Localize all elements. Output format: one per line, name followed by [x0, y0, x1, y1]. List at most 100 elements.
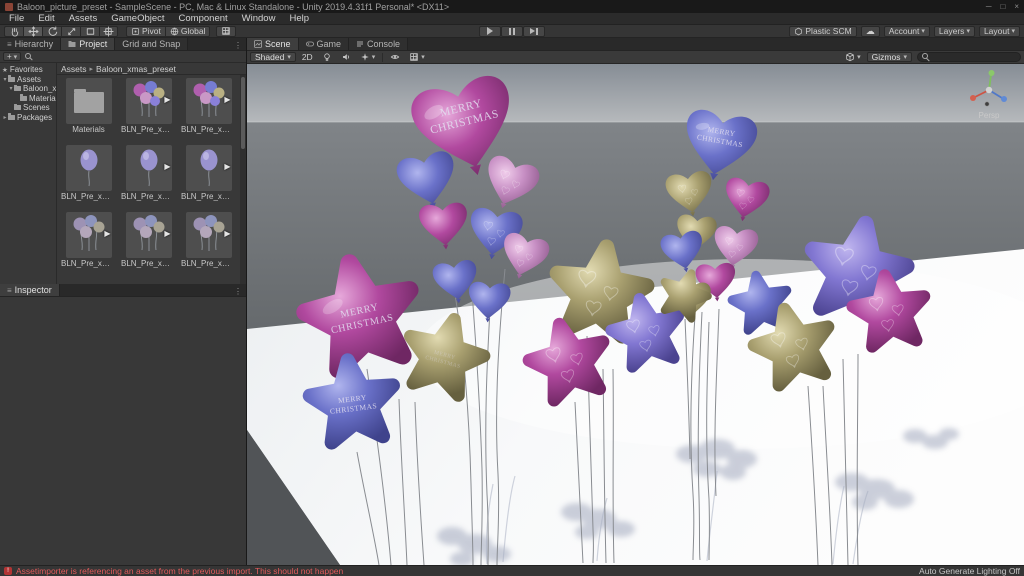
tab-inspector[interactable]: ≡ Inspector [0, 284, 60, 296]
scene-search-input[interactable] [933, 53, 1016, 62]
scene-camera-dropdown[interactable]: ▾ [842, 52, 864, 62]
chevron-down-icon: ▾ [903, 53, 907, 61]
expand-arrow-icon[interactable]: ▶ [224, 230, 230, 238]
expand-arrow-icon[interactable]: ▶ [164, 163, 170, 171]
project-scrollbar[interactable] [240, 75, 246, 284]
create-asset-button[interactable]: + ▾ [3, 52, 21, 61]
close-button[interactable]: × [1014, 2, 1019, 11]
breadcrumb-assets[interactable]: Assets [61, 64, 87, 74]
chevron-down-icon: ▾ [966, 27, 970, 35]
tree-item-baloon-xmas[interactable]: ▾ Baloon_xm... [0, 84, 56, 94]
project-panel: ★ Favorites ▾ Assets ▾ Baloon_xm... Mate… [0, 63, 246, 284]
chevron-down-icon: ▾ [287, 53, 291, 61]
global-toggle-button[interactable]: Global [165, 26, 211, 37]
menu-file[interactable]: File [2, 13, 31, 25]
asset-label: BLN_Pre_xmas_H... [180, 125, 237, 134]
scene-viewport[interactable]: MERRYCHRISTMAS MERRYCHRISTMAS [247, 64, 1024, 565]
scene-audio-toggle[interactable] [338, 52, 354, 62]
pause-button[interactable] [501, 26, 523, 37]
rotate-tool-button[interactable] [42, 26, 61, 37]
tab-scene[interactable]: Scene [247, 38, 299, 50]
breadcrumb: Assets ▸ Baloon_xmas_preset [57, 63, 246, 75]
search-icon[interactable] [25, 53, 33, 61]
scene-lighting-toggle[interactable] [319, 52, 335, 62]
layout-dropdown[interactable]: Layout ▾ [979, 26, 1020, 37]
tab-hierarchy[interactable]: ≡ Hierarchy [0, 38, 61, 50]
asset-label: BLN_Pre_xmas_01 [60, 192, 117, 201]
expand-arrow-icon[interactable]: ▶ [224, 96, 230, 104]
rect-tool-button[interactable] [80, 26, 99, 37]
tab-game[interactable]: Game [299, 38, 350, 50]
folder-icon [8, 115, 15, 120]
menu-assets[interactable]: Assets [62, 13, 105, 25]
layers-dropdown[interactable]: Layers ▾ [934, 26, 975, 37]
asset-tile[interactable]: ▶ BLN_Pre_xmas_H... [120, 78, 177, 142]
maximize-button[interactable]: □ [1000, 2, 1005, 11]
2d-toggle-button[interactable]: 2D [299, 52, 316, 62]
expand-arrow-icon[interactable]: ▶ [164, 96, 170, 104]
inspector-icon: ≡ [7, 286, 12, 295]
asset-label: BLN_Pre_xma... [180, 259, 237, 268]
asset-label: BLN_Pre_xmas... [60, 259, 117, 268]
asset-tile[interactable]: ▶ BLN_Pre_xmas... [60, 212, 117, 276]
scene-effects-dropdown[interactable]: ▾ [357, 52, 379, 62]
menu-component[interactable]: Component [172, 13, 235, 25]
scene-search-field[interactable] [917, 52, 1021, 62]
account-dropdown[interactable]: Account ▾ [884, 26, 930, 37]
asset-tile[interactable]: BLN_Pre_xmas_01 [60, 145, 117, 209]
expand-arrow-icon[interactable]: ▶ [224, 163, 230, 171]
asset-tile[interactable]: ▶ BLN_Pre_xmas... [120, 145, 177, 209]
tab-console[interactable]: Console [349, 38, 408, 50]
star-icon: ★ [2, 66, 8, 74]
minimize-button[interactable]: ─ [986, 2, 992, 11]
pivot-toggle-button[interactable]: Pivot [126, 26, 165, 37]
tree-item-assets[interactable]: ▾ Assets [0, 75, 56, 85]
move-tool-button[interactable] [23, 26, 42, 37]
plastic-scm-button[interactable]: Plastic SCM [789, 26, 856, 37]
scene-dock: Scene Game Console Shaded ▾ 2D ▾ ▾ [247, 38, 1024, 565]
scrollbar-thumb[interactable] [241, 77, 245, 149]
menu-gameobject[interactable]: GameObject [104, 13, 171, 25]
menu-bar: File Edit Assets GameObject Component Wi… [0, 13, 1024, 25]
asset-tile[interactable]: ▶ BLN_Pre_xmas... [120, 212, 177, 276]
tree-item-material[interactable]: Material [0, 94, 56, 104]
scene-visibility-toggle[interactable] [387, 52, 403, 62]
hand-tool-button[interactable] [4, 26, 23, 37]
asset-tile[interactable]: ▶ BLN_Pre_xma... [180, 212, 237, 276]
panel-menu-icon[interactable]: ⋮ [230, 287, 246, 296]
tab-project[interactable]: Project [61, 38, 115, 50]
menu-edit[interactable]: Edit [31, 13, 61, 25]
scale-tool-button[interactable] [61, 26, 80, 37]
asset-tile[interactable]: ▶ BLN_Pre_xmas... [180, 145, 237, 209]
play-button[interactable] [479, 26, 501, 37]
shading-mode-dropdown[interactable]: Shaded ▾ [250, 52, 296, 62]
global-label: Global [181, 26, 206, 36]
asset-label: BLN_Pre_xmas... [120, 259, 177, 268]
step-button[interactable] [523, 26, 545, 37]
transform-tool-button[interactable] [99, 26, 118, 37]
tree-label: Packages [17, 113, 52, 122]
panel-menu-icon[interactable]: ⋮ [230, 41, 246, 50]
asset-tile[interactable]: ▶ BLN_Pre_xmas_H... [180, 78, 237, 142]
asset-tile-materials[interactable]: Materials [60, 78, 117, 142]
gizmos-dropdown[interactable]: Gizmos ▾ [867, 52, 912, 62]
menu-help[interactable]: Help [282, 13, 316, 25]
status-error-message[interactable]: Assetimporter is referencing an asset fr… [16, 566, 343, 576]
error-icon: ! [4, 567, 12, 575]
expand-arrow-icon[interactable]: ▶ [104, 230, 110, 238]
asset-label: BLN_Pre_xmas... [180, 192, 237, 201]
tree-item-packages[interactable]: ▸ Packages [0, 113, 56, 123]
cloud-icon: ☁ [866, 27, 875, 36]
expand-arrow-icon[interactable]: ▶ [164, 230, 170, 238]
breadcrumb-current-folder[interactable]: Baloon_xmas_preset [96, 64, 176, 74]
scene-render[interactable]: MERRYCHRISTMAS MERRYCHRISTMAS [247, 64, 1024, 565]
tree-item-scenes[interactable]: Scenes [0, 103, 56, 113]
auto-generate-lighting-label[interactable]: Auto Generate Lighting Off [919, 566, 1020, 576]
cloud-button[interactable]: ☁ [861, 26, 880, 37]
grid-snapping-button[interactable] [216, 26, 236, 37]
scene-grid-dropdown[interactable]: ▾ [406, 52, 428, 62]
menu-window[interactable]: Window [235, 13, 283, 25]
tab-grid-and-snap[interactable]: Grid and Snap [115, 38, 188, 50]
tree-item-favorites[interactable]: ★ Favorites [0, 65, 56, 75]
project-folder-tree: ★ Favorites ▾ Assets ▾ Baloon_xm... Mate… [0, 63, 57, 284]
